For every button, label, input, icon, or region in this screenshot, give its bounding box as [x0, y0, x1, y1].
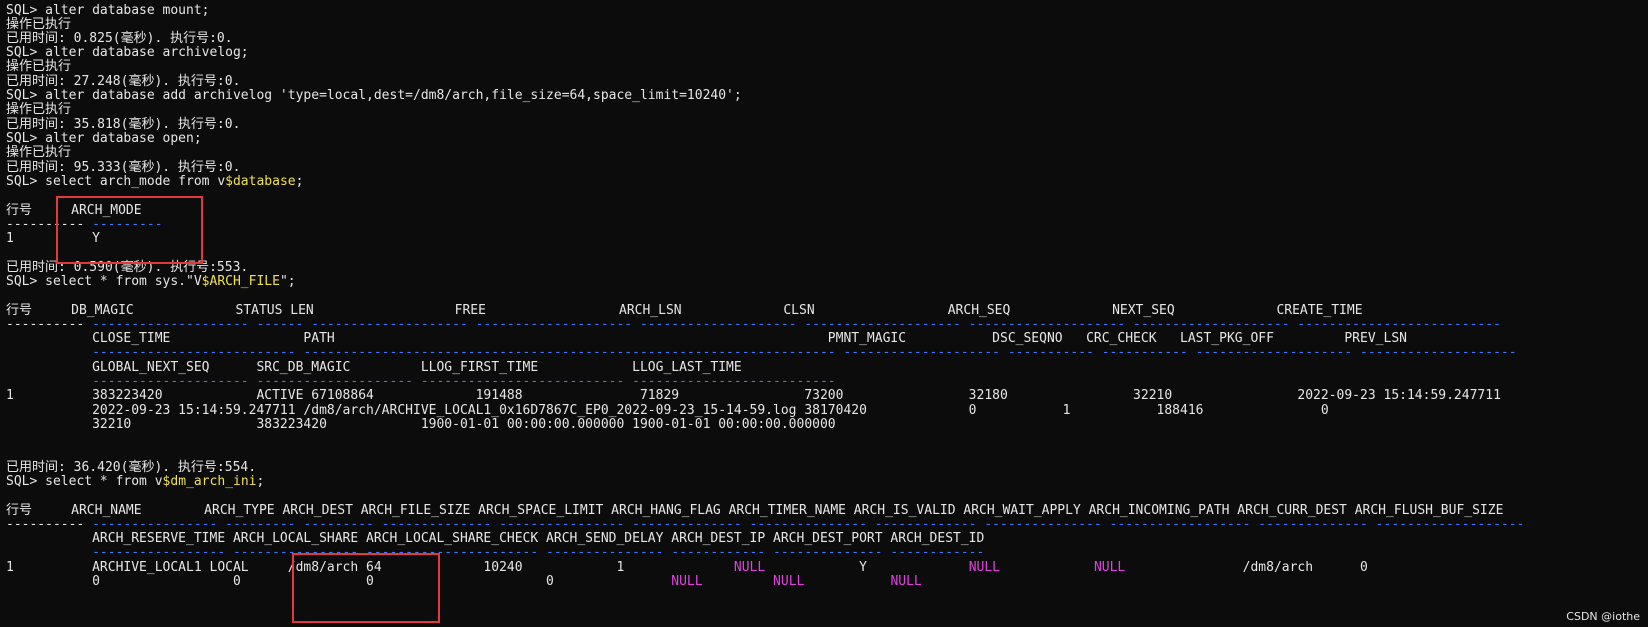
null-value: NULL — [671, 574, 703, 589]
row-text — [1000, 560, 1094, 575]
terminal-window[interactable]: SQL> alter database mount; 操作已执行 已用时间: 0… — [0, 0, 1648, 627]
command-end: "; — [279, 274, 296, 289]
view-name: $ARCH_FILE — [201, 274, 280, 289]
null-value: NULL — [890, 574, 922, 589]
view-name: $dm_arch_ini — [162, 474, 257, 489]
result-row: 32210 383223420 1900-01-01 00:00:00.0000… — [6, 417, 836, 432]
elapsed-line: 已用时间: 95.333(毫秒). 执行号:0. — [6, 160, 241, 175]
row-text — [804, 574, 890, 589]
result-row: 2022-09-23 15:14:59.247711 /dm8/arch/ARC… — [6, 403, 1329, 418]
result-separator: -------------------- -------------------… — [6, 374, 836, 389]
separator-rownum: ---------- — [6, 517, 93, 532]
elapsed-line: 已用时间: 35.818(毫秒). 执行号:0. — [6, 117, 241, 132]
row-text: /dm8/arch 0 — [1125, 560, 1368, 575]
row-text: Y — [765, 560, 969, 575]
result-row: 0 0 0 0 NULL NULL NULL — [6, 574, 922, 589]
result-row: 1 383223420 ACTIVE 67108864 191488 71829… — [6, 388, 1501, 403]
watermark: CSDN @iothe — [1566, 610, 1640, 623]
result-header: 行号 DB_MAGIC STATUS LEN FREE ARCH_LSN CLS… — [6, 303, 1363, 318]
result-separator: ---------- ---------------- --------- --… — [6, 517, 1524, 532]
command-text: SQL> select * from v — [6, 474, 163, 489]
result-row: 1 ARCHIVE_LOCAL1 LOCAL /dm8/arch 64 1024… — [6, 560, 1368, 575]
view-name: $database — [225, 174, 296, 189]
status-line: 操作已执行 — [6, 102, 72, 117]
result-separator: ----------------- ---------------- -----… — [6, 545, 985, 560]
null-value: NULL — [733, 560, 766, 575]
null-value: NULL — [968, 560, 1001, 575]
separator-columns: -------------------- ------ ------------… — [92, 317, 1501, 332]
result-header: GLOBAL_NEXT_SEQ SRC_DB_MAGIC LLOG_FIRST_… — [6, 360, 742, 375]
command-line: SQL> alter database mount; — [6, 3, 210, 18]
command-line: SQL> alter database archivelog; — [6, 45, 249, 60]
command-line: SQL> select * from v$dm_arch_ini; — [6, 474, 264, 489]
result-header: 行号 ARCH_NAME ARCH_TYPE ARCH_DEST ARCH_FI… — [6, 503, 1504, 518]
elapsed-line: 已用时间: 0.825(毫秒). 执行号:0. — [6, 31, 233, 46]
result-separator: ---------- -------------------- ------ -… — [6, 317, 1501, 332]
row-text — [703, 574, 773, 589]
separator-rownum: ---------- — [6, 317, 93, 332]
separator-columns: ---------------- --------- --------- ---… — [92, 517, 1525, 532]
result-separator: -------------------------- -------------… — [6, 345, 1517, 360]
result-header: CLOSE_TIME PATH PMNT_MAGIC DSC_SEQNO CRC… — [6, 331, 1407, 346]
command-line: SQL> alter database add archivelog 'type… — [6, 88, 742, 103]
command-line: SQL> alter database open; — [6, 131, 202, 146]
status-line: 操作已执行 — [6, 59, 72, 74]
command-text: SQL> select * from sys."V — [6, 274, 202, 289]
command-end: ; — [295, 174, 304, 189]
command-text: SQL> select arch_mode from v — [6, 174, 226, 189]
elapsed-line: 已用时间: 27.248(毫秒). 执行号:0. — [6, 74, 241, 89]
arch-mode-highlight-box — [56, 196, 203, 264]
null-value: NULL — [1093, 560, 1126, 575]
result-header: ARCH_RESERVE_TIME ARCH_LOCAL_SHARE ARCH_… — [6, 531, 985, 546]
arch-dest-highlight-box — [292, 553, 440, 623]
null-value: NULL — [773, 574, 805, 589]
command-line: SQL> select arch_mode from v$database; — [6, 174, 303, 189]
status-line: 操作已执行 — [6, 145, 72, 160]
elapsed-line: 已用时间: 36.420(毫秒). 执行号:554. — [6, 460, 257, 475]
command-line: SQL> select * from sys."V$ARCH_FILE"; — [6, 274, 296, 289]
command-end: ; — [256, 474, 265, 489]
status-line: 操作已执行 — [6, 17, 72, 32]
